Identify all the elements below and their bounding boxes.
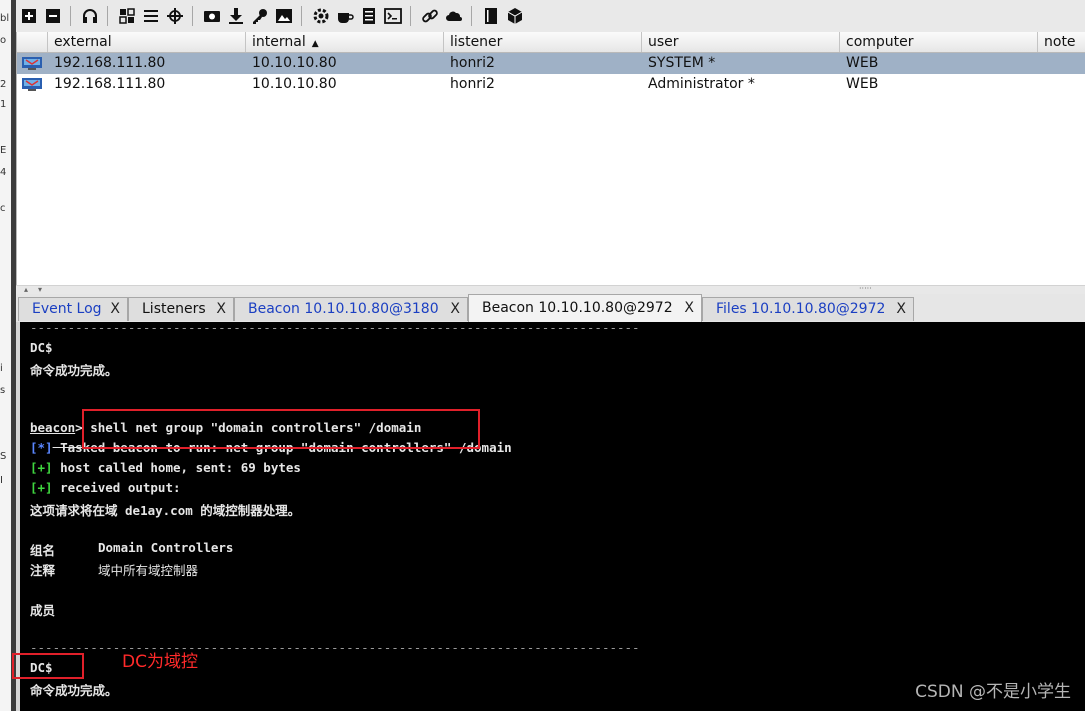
highlight-box-command [82,409,480,449]
column-header-icon[interactable] [17,32,48,52]
table-row[interactable]: 192.168.111.80 10.10.10.80 honri2 SYSTEM… [17,53,1085,74]
headphones-icon[interactable] [79,5,101,27]
cell-listener: honri2 [450,55,495,71]
connect-icon[interactable] [18,5,40,27]
cell-external: 192.168.111.80 [54,55,166,71]
beacon-prompt: beacon [30,420,76,435]
disconnect-icon[interactable] [42,5,64,27]
credentials-icon[interactable] [249,5,271,27]
tab-event-log[interactable]: Event Log X [18,297,128,321]
screenshot-icon[interactable] [201,5,223,27]
cell-internal: 10.10.10.80 [252,76,337,92]
console-line: 组名 Domain Controllers [30,540,234,558]
left-strip-char: s [0,385,6,396]
column-header-user[interactable]: user [642,32,840,52]
console-line: DC$ [30,340,53,355]
table-row[interactable]: 192.168.111.80 10.10.10.80 honri2 Admini… [17,74,1085,95]
highlight-box-dc [12,653,84,679]
beacon-host-icon [22,78,42,91]
tab-listeners[interactable]: Listeners X [128,297,234,321]
console-line: [+] received output: [30,480,181,495]
column-header-note[interactable]: note [1038,32,1085,52]
console-icon[interactable] [382,5,404,27]
cell-note [1038,74,1085,95]
toolbar-separator [192,6,193,26]
cell-note [1038,53,1085,74]
toolbar-separator [107,6,108,26]
console-line: 这项请求将在域 de1ay.com 的域控制器处理。 [30,503,301,518]
box-icon[interactable] [504,5,526,27]
tab-beacon-3180[interactable]: Beacon 10.10.10.80@3180 X [234,297,468,321]
cell-user: Administrator * [648,76,755,92]
annotation-label: DC为域控 [122,652,198,672]
cell-user: SYSTEM * [648,55,716,71]
close-tab-icon[interactable]: X [450,298,460,320]
console-line: 注释 域中所有域控制器 [30,563,199,578]
settings-icon[interactable] [310,5,332,27]
close-tab-icon[interactable]: X [684,295,694,321]
console-line: 命令成功完成。 [30,363,118,378]
session-list-icon[interactable] [140,5,162,27]
info-tag: [*] [30,440,53,455]
left-strip-char: o [0,35,7,46]
splitter-grip-icon: ····· [859,284,872,293]
console-line: 命令成功完成。 [30,683,118,698]
beacon-host-icon [22,57,42,70]
console-line: 成员 [30,603,56,618]
collapse-up-icon[interactable]: ▴ [24,286,28,294]
close-tab-icon[interactable]: X [896,298,906,320]
left-strip-char: E [0,145,7,156]
tab-beacon-2972[interactable]: Beacon 10.10.10.80@2972 X [468,294,702,322]
left-strip-char: 2 [0,79,7,90]
toolbar-separator [301,6,302,26]
left-strip-char: c [0,203,6,214]
toolbar-separator [70,6,71,26]
cell-external: 192.168.111.80 [54,76,166,92]
column-header-internal[interactable]: internal ▲ [246,32,444,52]
column-header-listener[interactable]: listener [444,32,642,52]
download-icon[interactable] [225,5,247,27]
success-tag: [+] [30,480,53,495]
sessions-table: external internal ▲ listener user compute… [16,32,1085,285]
script-icon[interactable] [358,5,380,27]
targets-icon[interactable] [164,5,186,27]
close-tab-icon[interactable]: X [110,298,120,320]
column-header-external[interactable]: external [48,32,246,52]
toolbar-separator [410,6,411,26]
cell-listener: honri2 [450,76,495,92]
tab-bar: Event Log X Listeners X Beacon 10.10.10.… [16,294,1085,322]
left-strip-char: i [0,363,3,374]
main-toolbar [16,0,1085,33]
cloud-icon[interactable] [443,5,465,27]
cell-computer: WEB [846,55,879,71]
left-strip-char: bl [0,13,10,24]
cell-internal: 10.10.10.80 [252,55,337,71]
book-icon[interactable] [480,5,502,27]
image-icon[interactable] [273,5,295,27]
collapse-down-icon[interactable]: ▾ [38,286,42,294]
separator-line: ----------------------------------------… [30,320,640,335]
watermark: CSDN @不是小学生 [915,682,1071,702]
success-tag: [+] [30,460,53,475]
tab-files-2972[interactable]: Files 10.10.10.80@2972 X [702,297,914,321]
left-strip-char: 4 [0,167,7,178]
pivot-graph-icon[interactable] [116,5,138,27]
close-tab-icon[interactable]: X [216,298,226,320]
cell-computer: WEB [846,76,879,92]
link-icon[interactable] [419,5,441,27]
table-header: external internal ▲ listener user compute… [17,32,1085,53]
toolbar-separator [471,6,472,26]
coffee-icon[interactable] [334,5,356,27]
column-header-computer[interactable]: computer [840,32,1038,52]
left-strip-char: 1 [0,99,7,110]
left-strip-char: S [0,451,7,462]
sort-ascending-icon: ▲ [311,39,319,49]
left-strip-char: I [0,475,3,486]
console-line: [+] host called home, sent: 69 bytes [30,460,301,475]
